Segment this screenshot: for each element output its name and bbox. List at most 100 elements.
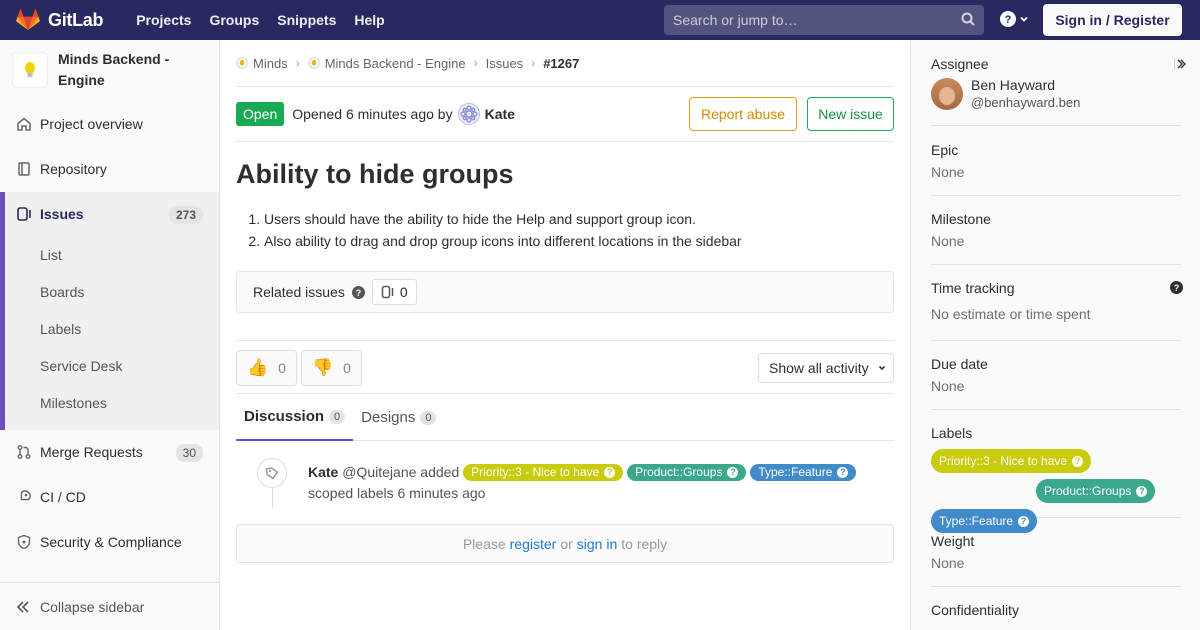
label-text: Type::Feature [939,514,1014,528]
assignee-block: Assignee Ben Hayward @benhayward.ben [931,56,1186,126]
gitlab-logo[interactable]: GitLab [16,9,104,31]
register-link[interactable]: register [510,536,557,552]
due-date-block: Due date None [931,356,1181,410]
status-badge: Open [236,102,285,126]
tab-discussion[interactable]: Discussion 0 [236,394,354,441]
due-date-value: None [931,378,965,394]
milestone-value: None [931,233,965,249]
assignee-name[interactable]: Ben Hayward [971,77,1055,93]
due-date-title: Due date [931,356,988,372]
group-avatar-icon [236,57,248,69]
breadcrumb-minds[interactable]: Minds [236,56,288,71]
label-product-groups[interactable]: Product::Groups? [627,464,747,481]
report-abuse-button[interactable]: Report abuse [689,97,797,131]
issues-count-badge: 273 [168,206,203,224]
sidebar-item-security[interactable]: Security & Compliance [0,522,219,562]
show-activity-label: Show all activity [769,360,869,376]
breadcrumb-issues[interactable]: Issues [486,56,524,71]
project-header[interactable]: Minds Backend - Engine [0,40,219,100]
sidebar-subitem-labels[interactable]: Labels [5,310,219,347]
sidebar-subitem-list[interactable]: List [5,236,219,273]
question-circle-icon[interactable]: ? [1170,281,1183,294]
label-type-feature[interactable]: Type::Feature? [750,464,857,481]
label-priority[interactable]: Priority::3 - Nice to have? [463,464,624,481]
shield-icon [16,534,32,550]
confidentiality-block: Confidentiality [931,602,1181,630]
assignee-avatar[interactable] [931,78,963,110]
label-priority[interactable]: Priority::3 - Nice to have? [931,449,1092,473]
description-item: Also ability to drag and drop group icon… [264,230,894,252]
menu-projects[interactable]: Projects [127,12,200,28]
top-navbar: GitLab Projects Groups Snippets Help Sea… [0,0,1200,40]
right-sidebar: Assignee Ben Hayward @benhayward.ben Epi… [910,40,1200,630]
description-item: Users should have the ability to hide th… [264,208,894,230]
label-text: Product::Groups [635,465,723,479]
sidebar-subitem-service-desk[interactable]: Service Desk [5,347,219,384]
sidebar-subitem-milestones[interactable]: Milestones [5,384,219,421]
show-activity-dropdown[interactable]: Show all activity [758,353,894,383]
double-chevron-left-icon [16,600,30,614]
breadcrumb: Minds › Minds Backend - Engine › Issues … [236,40,894,87]
new-issue-button[interactable]: New issue [807,97,894,131]
tag-icon [257,458,287,488]
weight-value: None [931,555,965,571]
book-icon [16,161,32,177]
sidebar-subitem-boards[interactable]: Boards [5,273,219,310]
tab-designs[interactable]: Designs 0 [353,394,444,441]
search-icon [961,12,975,26]
reply-text: Please [462,535,506,552]
expand-sidebar-icon[interactable] [1174,58,1186,70]
note-handle[interactable]: @Quitejane [342,464,416,480]
issue-title: Ability to hide groups [236,159,514,189]
question-circle-icon[interactable]: ? [351,285,365,299]
menu-help[interactable]: Help [345,12,393,28]
sidebar-item-label: Repository [40,161,107,177]
sidebar-item-repository[interactable]: Repository [0,149,219,189]
confidentiality-title: Confidentiality [931,602,1019,618]
sidebar-item-cicd[interactable]: CI / CD [0,477,219,517]
author-name[interactable]: Kate [485,106,515,122]
sign-in-button[interactable]: Sign in / Register [1043,4,1182,36]
system-note: Kate @Quitejane added Priority::3 - Nice… [236,452,894,512]
question-icon: ? [1072,455,1084,467]
label-product-groups[interactable]: Product::Groups? [1036,479,1156,503]
count-value: 0 [399,284,408,300]
collapse-sidebar-button[interactable]: Collapse sidebar [0,582,219,630]
breadcrumb-project[interactable]: Minds Backend - Engine [307,55,466,71]
label-type-feature[interactable]: Type::Feature? [931,509,1038,533]
thumbs-up-count: 0 [278,360,286,376]
note-suffix: scoped labels 6 minutes ago [308,485,486,501]
author-avatar[interactable] [457,103,480,125]
weight-block: Weight None [931,533,1181,587]
home-icon [16,116,32,132]
sidebar-item-issues[interactable]: Issues 273 [5,192,219,236]
epic-block: Epic None [931,142,1181,196]
labels-title: Labels [931,425,973,441]
top-menu: Projects Groups Snippets Help [127,12,394,28]
menu-snippets[interactable]: Snippets [268,12,345,28]
issues-icon [16,206,32,222]
tanuki-icon [16,9,40,30]
sidebar-item-merge-requests[interactable]: Merge Requests 30 [0,432,219,472]
tab-count: 0 [329,409,346,424]
rocket-icon [16,489,32,505]
menu-groups[interactable]: Groups [200,12,268,28]
label-text: Type::Feature [758,465,833,479]
brand-name: GitLab [48,9,104,30]
svg-text:?: ? [356,288,362,298]
chevron-right-icon: › [531,56,536,70]
thumbs-down-button[interactable]: 👎 0 [301,350,362,386]
breadcrumb-label: Minds Backend - Engine [324,55,466,71]
help-dropdown[interactable]: ? [1000,11,1029,27]
milestone-block: Milestone None [931,211,1181,265]
search-input[interactable]: Search or jump to… [664,5,984,35]
breadcrumb-issue-number[interactable]: #1267 [543,56,579,71]
related-issues-count[interactable]: 0 [371,279,417,305]
sidebar-item-overview[interactable]: Project overview [0,104,219,144]
assignee-title: Assignee [931,56,989,72]
thumbs-up-button[interactable]: 👍 0 [236,350,297,386]
awards-bar: 👍 0 👎 0 Show all activity [236,340,894,394]
sidebar-item-label: Issues [40,206,84,222]
sign-in-link[interactable]: sign in [577,536,617,552]
note-author[interactable]: Kate [308,464,338,480]
